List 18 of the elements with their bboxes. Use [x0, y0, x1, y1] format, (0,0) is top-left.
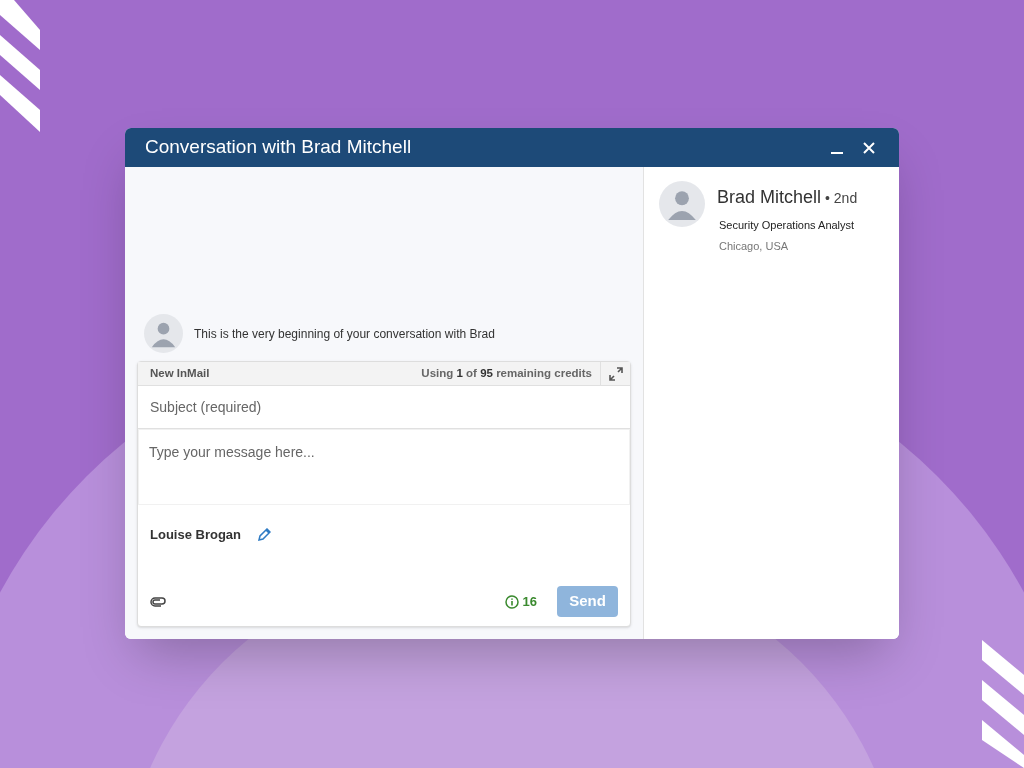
avatar-icon	[144, 314, 183, 353]
info-icon	[504, 594, 519, 609]
pencil-icon[interactable]	[257, 527, 271, 542]
avatar-icon	[659, 181, 705, 227]
conversation-intro: This is the very beginning of your conversation with Brad	[194, 325, 495, 343]
paperclip-icon[interactable]	[150, 596, 166, 607]
score-count: 16	[522, 592, 537, 611]
profile-headline: Security Operations Analyst	[718, 218, 856, 233]
subject-field[interactable]: Subject (required)	[138, 386, 630, 429]
profile-location: Chicago, USA	[718, 238, 790, 254]
signature-text: Louise Brogan	[150, 526, 241, 544]
credits-text: Using 1 of 95 remaining credits	[421, 365, 593, 381]
window-title: Conversation with Brad Mitchell	[145, 135, 413, 160]
compose-label: New InMail	[150, 365, 211, 381]
message-field[interactable]: Type your message here...	[138, 429, 630, 505]
profile-name: Brad Mitchell	[717, 186, 822, 209]
expand-icon	[608, 366, 623, 381]
connection-degree: • 2nd	[825, 189, 858, 208]
